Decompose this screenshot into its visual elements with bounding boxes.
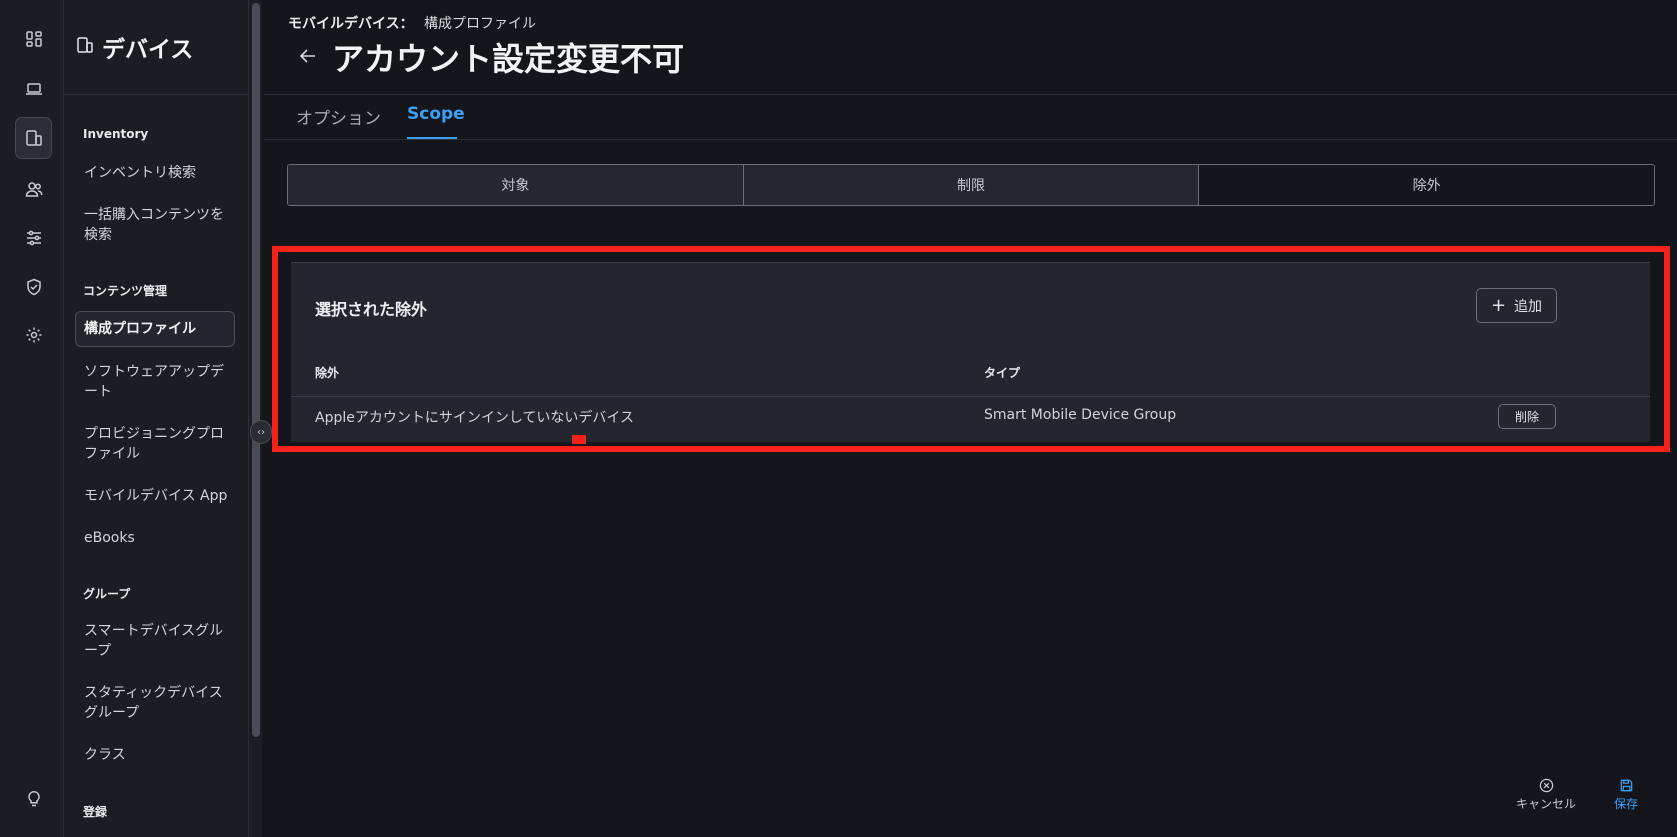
back-button[interactable]	[296, 44, 320, 68]
sidebar-item-mobile-apps[interactable]: モバイルデバイス App	[84, 486, 229, 506]
section-groups: グループ	[83, 587, 131, 601]
mobile-devices-icon[interactable]	[15, 117, 52, 159]
sidebar-item-inventory-search[interactable]: インベントリ検索	[84, 163, 229, 183]
breadcrumb-current: 構成プロファイル	[424, 16, 537, 32]
tabs-divider	[264, 139, 1677, 140]
section-content: コンテンツ管理	[83, 284, 168, 298]
sidebar-header: デバイス	[64, 0, 249, 95]
laptop-icon[interactable]	[15, 68, 52, 110]
section-enroll: 登録	[83, 805, 108, 819]
icon-rail	[0, 0, 64, 837]
close-circle-icon	[1539, 778, 1553, 793]
sidebar-scrollbar-thumb[interactable]	[252, 3, 260, 737]
breadcrumb: モバイルデバイス： 構成プロファイル	[288, 13, 536, 33]
sliders-icon[interactable]	[15, 217, 52, 259]
sidebar-item-vpp-search[interactable]: 一括購入コンテンツを検索	[84, 205, 229, 245]
arrow-left-icon	[299, 49, 315, 63]
sidebar-item-provisioning[interactable]: プロビジョニングプロファイル	[84, 424, 229, 464]
devices-icon	[76, 36, 94, 54]
sidebar-item-config-profiles[interactable]: 構成プロファイル	[75, 311, 235, 347]
cancel-button[interactable]: キャンセル	[1516, 778, 1576, 812]
save-icon	[1620, 779, 1632, 792]
sidebar-title: デバイス	[102, 37, 194, 63]
sidebar-item-classes[interactable]: クラス	[84, 745, 229, 765]
shield-check-icon[interactable]	[15, 266, 52, 308]
segment-targets[interactable]: 対象	[288, 165, 744, 205]
gear-icon[interactable]	[15, 314, 52, 356]
tab-scope[interactable]: Scope	[407, 104, 465, 124]
sidebar-item-smart-groups[interactable]: スマートデバイスグループ	[84, 621, 229, 661]
segment-limitations[interactable]: 制限	[743, 165, 1200, 205]
sidebar-item-software-update[interactable]: ソフトウェアアップデート	[84, 362, 229, 402]
highlight-box	[272, 246, 1670, 452]
tab-options[interactable]: オプション	[296, 104, 381, 129]
save-button[interactable]: 保存	[1614, 778, 1638, 812]
section-inventory: Inventory	[83, 127, 149, 141]
breadcrumb-parent[interactable]: モバイルデバイス：	[288, 16, 414, 32]
highlight-marker	[572, 435, 586, 444]
dashboard-icon[interactable]	[15, 18, 52, 60]
segment-exclusions[interactable]: 除外	[1199, 165, 1654, 205]
sidebar: デバイス Inventory インベントリ検索 一括購入コンテンツを検索 コンテ…	[64, 0, 249, 837]
sidebar-item-ebooks[interactable]: eBooks	[84, 528, 229, 548]
header-divider	[264, 94, 1677, 95]
page-title: アカウント設定変更不可	[332, 40, 685, 78]
main-content: モバイルデバイス： 構成プロファイル アカウント設定変更不可 オプション Sco…	[264, 0, 1677, 837]
sidebar-item-static-groups[interactable]: スタティックデバイスグループ	[84, 683, 229, 723]
lightbulb-icon[interactable]	[15, 778, 52, 820]
save-label: 保存	[1614, 797, 1639, 811]
cancel-label: キャンセル	[1516, 797, 1577, 811]
users-icon[interactable]	[15, 168, 52, 210]
scope-segmented-control: 対象 制限 除外	[287, 164, 1655, 206]
